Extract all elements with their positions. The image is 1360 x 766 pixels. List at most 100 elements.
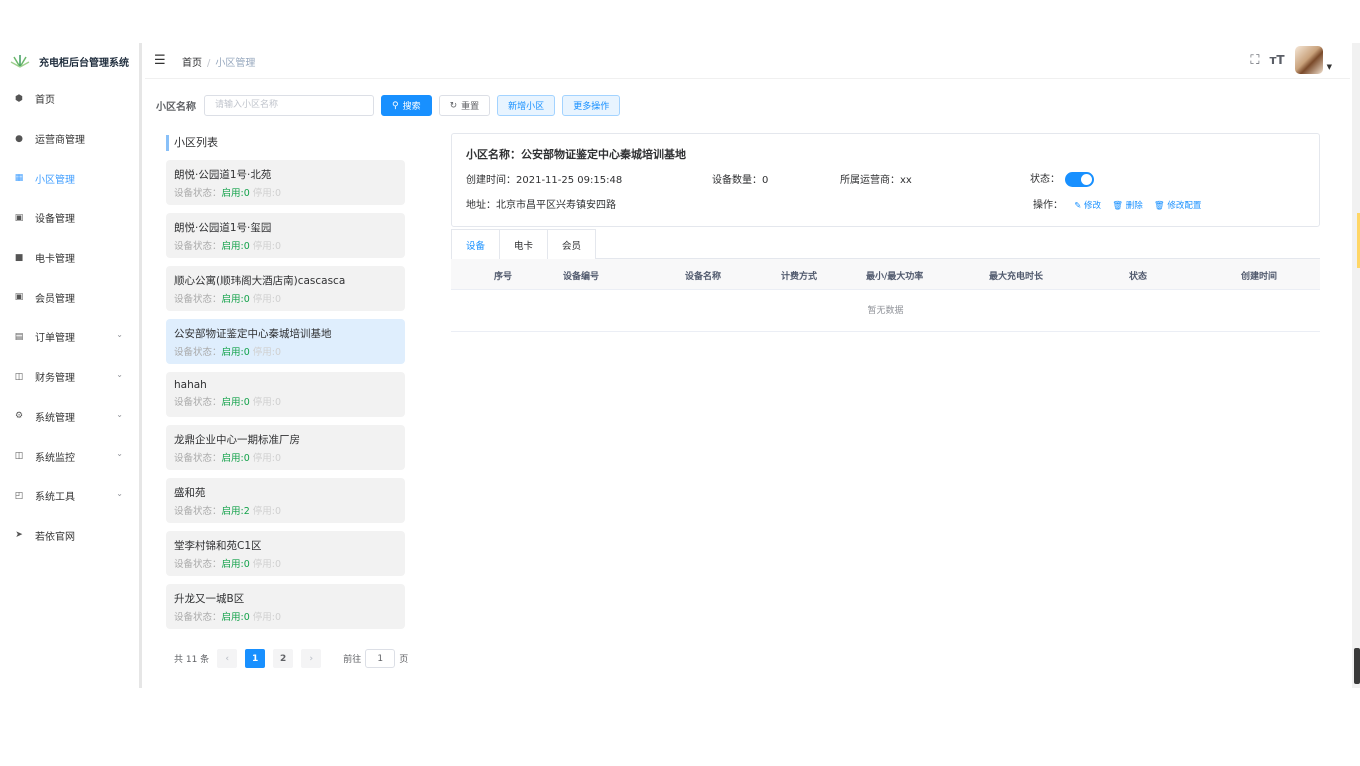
community-name: 堂李村锦和苑C1区 [174,540,262,552]
enabled-label: 启用: [221,397,244,408]
disabled-label: 停用: [252,453,275,464]
community-list-panel: 小区列表 朗悦·公园道1号·北苑 设备状态：启用:0 停用:0 朗悦·公园道1号·玺… [166,135,406,637]
community-name-input[interactable]: 请输入小区名称 [204,95,374,116]
dashboard-icon: ⬢ [15,93,23,104]
send-icon: ➤ [15,530,23,541]
sidebar-item[interactable]: ➤ 若依官网 [0,516,139,556]
status-toggle[interactable] [1065,171,1094,187]
device-status: 设备状态：启用:0 停用:0 [174,238,405,252]
sidebar-item[interactable]: ◰ 系统工具 ⌄ [0,476,139,516]
sidebar-item-label: 运营商管理 [35,135,85,147]
sidebar-item[interactable]: ⬢ 首页 [0,79,139,119]
community-name: 盛和苑 [174,487,206,499]
status-label: 状态： [1030,174,1060,185]
status-label: 设备状态： [174,294,222,305]
tab-cards[interactable]: 电卡 [499,229,549,259]
reset-button-label: 重置 [461,102,480,112]
caret-down-icon[interactable]: ▼ [1327,63,1332,71]
disabled-label: 停用: [252,397,275,408]
page-button-2[interactable]: 2 [273,649,294,668]
sidebar-item-label: 电卡管理 [35,254,75,266]
page-scrollbar[interactable] [1352,43,1360,688]
enabled-label: 启用: [221,612,244,623]
sidebar-item[interactable]: ▦ 小区管理 [0,158,139,198]
table-empty-text: 暂无数据 [451,290,1320,332]
more-actions-button[interactable]: 更多操作 [562,95,621,116]
list-icon: ▤ [14,331,24,342]
device-status: 设备状态：启用:2 停用:0 [174,503,405,517]
sidebar-item-label: 若依官网 [35,531,75,543]
fullscreen-icon[interactable]: ⛶ [1250,53,1259,68]
search-button[interactable]: ⚲ 搜索 [381,95,432,116]
trash-config-icon: 🗑︎ [1153,201,1168,211]
community-detail-card: 小区名称：公安部物证鉴定中心秦城培训基地 创建时间：2021-11-25 09:… [451,133,1320,227]
reset-button[interactable]: ↻ 重置 [438,95,491,116]
logo[interactable]: 充电柜后台管理系统 [0,43,139,79]
tab-members[interactable]: 会员 [547,229,597,259]
sidebar-item[interactable]: ▤ 订单管理 ⌄ [0,317,139,357]
community-name: 朗悦·公园道1号·北苑 [174,169,272,181]
sidebar-item[interactable]: ⚙ 系统管理 ⌄ [0,397,139,437]
community-card[interactable]: 顺心公寓(顺玮阁大酒店南)cascasca 设备状态：启用:0 停用:0 [166,266,405,311]
sidebar-item[interactable]: ■ 电卡管理 [0,238,139,278]
sidebar-item[interactable]: ◫ 系统监控 ⌄ [0,436,139,476]
disabled-count: 0 [275,241,282,252]
next-page-button[interactable]: › [301,649,322,668]
goto-page-input[interactable]: 1 [365,649,396,668]
sidebar-item-label: 小区管理 [35,174,75,186]
edit-config-link[interactable]: 🗑︎ 修改配置 [1154,201,1202,211]
status-label: 设备状态： [174,397,222,408]
settings-icon: ⚙ [14,411,24,422]
enabled-label: 启用: [221,453,244,464]
column-header: 计费方式 [781,272,818,282]
sidebar-item-label: 系统监控 [35,452,75,464]
community-name: 公安部物证鉴定中心秦城培训基地 [174,328,332,340]
detail-address: 地址：北京市昌平区兴寿镇安四路 [466,200,616,211]
tool-icon: ◰ [14,490,24,501]
disabled-label: 停用: [252,347,275,358]
enabled-count: 0 [243,347,250,358]
sidebar-item-label: 订单管理 [35,333,75,345]
community-card[interactable]: hahah 设备状态：启用:0 停用:0 [166,372,405,417]
sidebar-item[interactable]: ▣ 会员管理 [0,277,139,317]
status-label: 设备状态： [174,241,222,252]
breadcrumb-separator: / [207,58,211,69]
monitor-icon: ◫ [14,451,24,462]
edit-link[interactable]: ✎ 修改 [1074,201,1101,211]
sidebar-item-label: 会员管理 [35,293,75,305]
breadcrumb: 首页 / 小区管理 [182,54,255,69]
community-card[interactable]: 朗悦·公园道1号·玺园 设备状态：启用:0 停用:0 [166,213,405,258]
community-card[interactable]: 盛和苑设备状态：启用:2 停用:0 [166,478,405,523]
card-icon: ■ [14,252,24,263]
chevron-down-icon: ⌄ [116,409,123,419]
breadcrumb-home[interactable]: 首页 [182,58,202,69]
font-size-icon[interactable]: ᴛT [1269,53,1284,67]
sidebar-item[interactable]: ● 运营商管理 [0,119,139,159]
community-card[interactable]: 公安部物证鉴定中心秦城培训基地 设备状态：启用:0 停用:0 [166,319,405,364]
device-status: 设备状态：启用:0 停用:0 [174,185,405,199]
search-button-label: 搜索 [402,102,421,112]
sidebar-item[interactable]: ◫ 财务管理 ⌄ [0,357,139,397]
navbar: ☰ 首页 / 小区管理 ⛶ ᴛT ▼ [145,43,1350,79]
tab-devices[interactable]: 设备 [451,229,501,260]
sidebar-item[interactable]: ▣ 设备管理 [0,198,139,238]
prev-page-button[interactable]: ‹ [217,649,238,668]
community-card[interactable]: 堂李村锦和苑C1区 设备状态：启用:0 停用:0 [166,531,405,576]
column-header: 设备名称 [685,272,722,282]
detail-community-name: 小区名称：公安部物证鉴定中心秦城培训基地 [466,148,686,161]
page-button-1[interactable]: 1 [245,649,266,668]
scrollbar-thumb[interactable] [1354,648,1360,684]
grid-icon: ▦ [14,173,24,184]
community-name: hahah [174,379,207,391]
status-label: 设备状态： [174,559,222,570]
status-label: 设备状态： [174,347,222,358]
avatar[interactable] [1294,46,1323,74]
delete-link[interactable]: 🗑︎ 删除 [1112,201,1143,211]
disabled-count: 0 [275,453,282,464]
goto-label: 前往 [343,655,362,665]
hamburger-icon[interactable]: ☰ [154,53,166,68]
community-card[interactable]: 朗悦·公园道1号·北苑设备状态：启用:0 停用:0 [166,160,405,205]
community-card[interactable]: 龙鼎企业中心一期标准厂房 设备状态：启用:0 停用:0 [166,425,405,470]
add-community-button[interactable]: 新增小区 [497,95,556,116]
community-card[interactable]: 升龙又一城B区 设备状态：启用:0 停用:0 [166,584,405,629]
